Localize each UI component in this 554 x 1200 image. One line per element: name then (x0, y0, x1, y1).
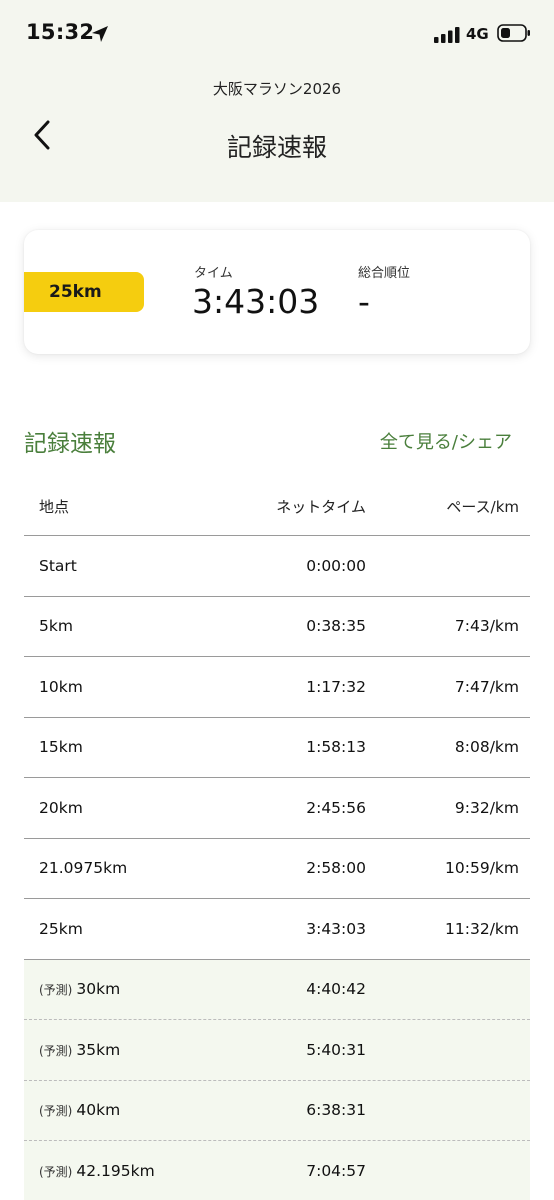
row-time: 0:00:00 (306, 556, 366, 575)
row-time: 3:43:03 (306, 919, 366, 938)
time-value: 3:43:03 (192, 282, 320, 321)
row-point: 20km (39, 798, 83, 817)
time-label: タイム (194, 266, 233, 281)
predicted-row: (予測) 35km 5:40:31 (24, 1020, 530, 1081)
row-point: (予測) 35km (24, 1041, 224, 1059)
predicted-tag: (予測) (39, 1104, 73, 1119)
header-pace: ペース/km (446, 498, 519, 516)
predicted-point: 35km (76, 1040, 121, 1059)
row-point: 15km (39, 738, 83, 757)
row-point: (予測) 30km (24, 980, 224, 998)
row-pace: 8:08/km (454, 738, 519, 757)
table-row: 21.0975km 2:58:00 10:59/km (24, 839, 530, 899)
predicted-point: 42.195km (76, 1162, 155, 1181)
row-time: 2:45:56 (306, 798, 366, 817)
table-row: 5km 0:38:35 7:43/km (24, 597, 530, 657)
row-point: (予測) 42.195km (24, 1162, 224, 1180)
signal-bars-icon (434, 27, 460, 43)
row-time: 2:58:00 (306, 859, 366, 878)
table-header: 地点 ネットタイム ペース/km (24, 478, 530, 536)
row-point: 25km (39, 919, 83, 938)
row-point: Start (39, 556, 77, 575)
predicted-point: 30km (76, 980, 121, 999)
row-time: 5:40:31 (306, 1040, 366, 1059)
row-time: 6:38:31 (306, 1101, 366, 1120)
header-point: 地点 (39, 498, 70, 516)
table-row: 10km 1:17:32 7:47/km (24, 657, 530, 718)
row-point: 10km (39, 677, 83, 696)
row-point: (予測) 40km (24, 1101, 224, 1119)
see-all-share-link[interactable]: 全て見る/シェア (380, 428, 512, 454)
row-time: 7:04:57 (306, 1162, 366, 1181)
row-time: 1:17:32 (306, 677, 366, 696)
row-time: 1:58:13 (306, 738, 366, 757)
rank-label: 総合順位 (358, 266, 411, 281)
section-title: 記録速報 (24, 431, 116, 457)
page-title: 記録速報 (226, 133, 327, 162)
row-point: 5km (39, 617, 73, 636)
predicted-tag: (予測) (39, 983, 73, 998)
row-pace: 7:47/km (454, 677, 519, 696)
table-row: Start 0:00:00 (24, 536, 530, 597)
row-pace: 10:59/km (445, 859, 519, 878)
predicted-row: (予測) 30km 4:40:42 (24, 959, 530, 1020)
event-name: 大阪マラソン2026 (212, 80, 342, 98)
battery-icon (497, 24, 530, 42)
row-time: 4:40:42 (306, 980, 366, 999)
split-table: 地点 ネットタイム ペース/km Start 0:00:00 5km 0:38:… (24, 478, 530, 1200)
table-row: 20km 2:45:56 9:32/km (24, 778, 530, 839)
predicted-tag: (予測) (39, 1043, 73, 1058)
header-net-time: ネットタイム (276, 498, 366, 516)
table-row: 25km 3:43:03 11:32/km (24, 899, 530, 960)
predicted-point: 40km (76, 1101, 121, 1120)
row-time: 0:38:35 (306, 617, 366, 636)
row-pace: 9:32/km (454, 798, 519, 817)
table-row: 15km 1:58:13 8:08/km (24, 718, 530, 778)
location-arrow-icon (92, 26, 108, 42)
status-time: 15:32 (26, 20, 95, 44)
predicted-tag: (予測) (39, 1165, 73, 1180)
predicted-row: (予測) 40km 6:38:31 (24, 1080, 530, 1141)
summary-card: 25km タイム 3:43:03 総合順位 - (24, 230, 530, 354)
row-point: 21.0975km (39, 859, 128, 878)
row-pace: 11:32/km (445, 919, 519, 938)
rank-value: - (358, 282, 370, 321)
header-area: 15:32 4G 大阪マラソン2026 記録速報 (0, 0, 554, 202)
predicted-row: (予測) 42.195km 7:04:57 (24, 1141, 530, 1200)
row-pace: 7:43/km (454, 617, 519, 636)
distance-badge: 25km (24, 272, 144, 312)
network-label: 4G (466, 25, 489, 43)
